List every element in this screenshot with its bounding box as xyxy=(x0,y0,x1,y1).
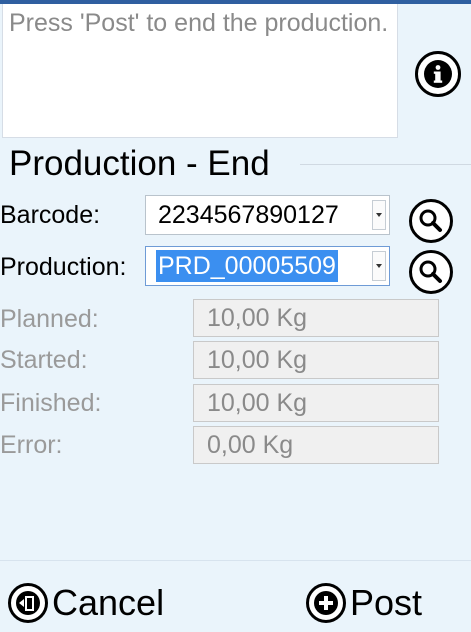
started-label: Started: xyxy=(0,346,88,374)
post-label: Post xyxy=(350,582,423,623)
cancel-button[interactable]: Cancel xyxy=(8,581,164,625)
chevron-down-icon xyxy=(376,264,382,268)
plus-glyph xyxy=(314,591,338,615)
finished-label: Finished: xyxy=(0,389,102,417)
message-text: Press 'Post' to end the production. xyxy=(9,9,389,37)
production-search-button[interactable] xyxy=(409,250,453,294)
chevron-down-icon xyxy=(376,213,382,217)
barcode-dropdown-button[interactable] xyxy=(372,200,386,230)
magnifier-icon xyxy=(419,260,442,283)
footer-divider xyxy=(0,560,471,561)
barcode-search-button[interactable] xyxy=(409,199,453,243)
planned-field: 10,00 Kg xyxy=(193,299,439,337)
post-button[interactable]: Post xyxy=(306,581,422,625)
barcode-label: Barcode: xyxy=(0,201,101,229)
barcode-combobox[interactable]: 2234567890127 xyxy=(145,195,390,235)
info-icon[interactable] xyxy=(415,51,461,97)
error-label: Error: xyxy=(0,431,63,459)
started-field: 10,00 Kg xyxy=(193,341,439,379)
exit-door-icon xyxy=(8,583,48,623)
title-divider xyxy=(300,164,471,165)
production-label: Production: xyxy=(0,253,127,281)
planned-label: Planned: xyxy=(0,305,99,333)
info-glyph xyxy=(424,60,452,88)
message-box: Press 'Post' to end the production. xyxy=(2,4,398,138)
finished-field: 10,00 Kg xyxy=(193,384,439,422)
exit-door-glyph xyxy=(16,591,40,615)
error-field: 0,00 Kg xyxy=(193,426,439,464)
barcode-value: 2234567890127 xyxy=(158,201,339,229)
production-value: PRD_00005509 xyxy=(156,250,338,282)
app-window: Press 'Post' to end the production. Prod… xyxy=(0,0,471,632)
magnifier-icon xyxy=(419,209,442,232)
plus-circle-icon xyxy=(306,583,346,623)
production-combobox[interactable]: PRD_00005509 xyxy=(145,246,390,286)
page-title: Production - End xyxy=(9,144,270,183)
production-dropdown-button[interactable] xyxy=(372,251,386,281)
cancel-label: Cancel xyxy=(52,582,165,623)
